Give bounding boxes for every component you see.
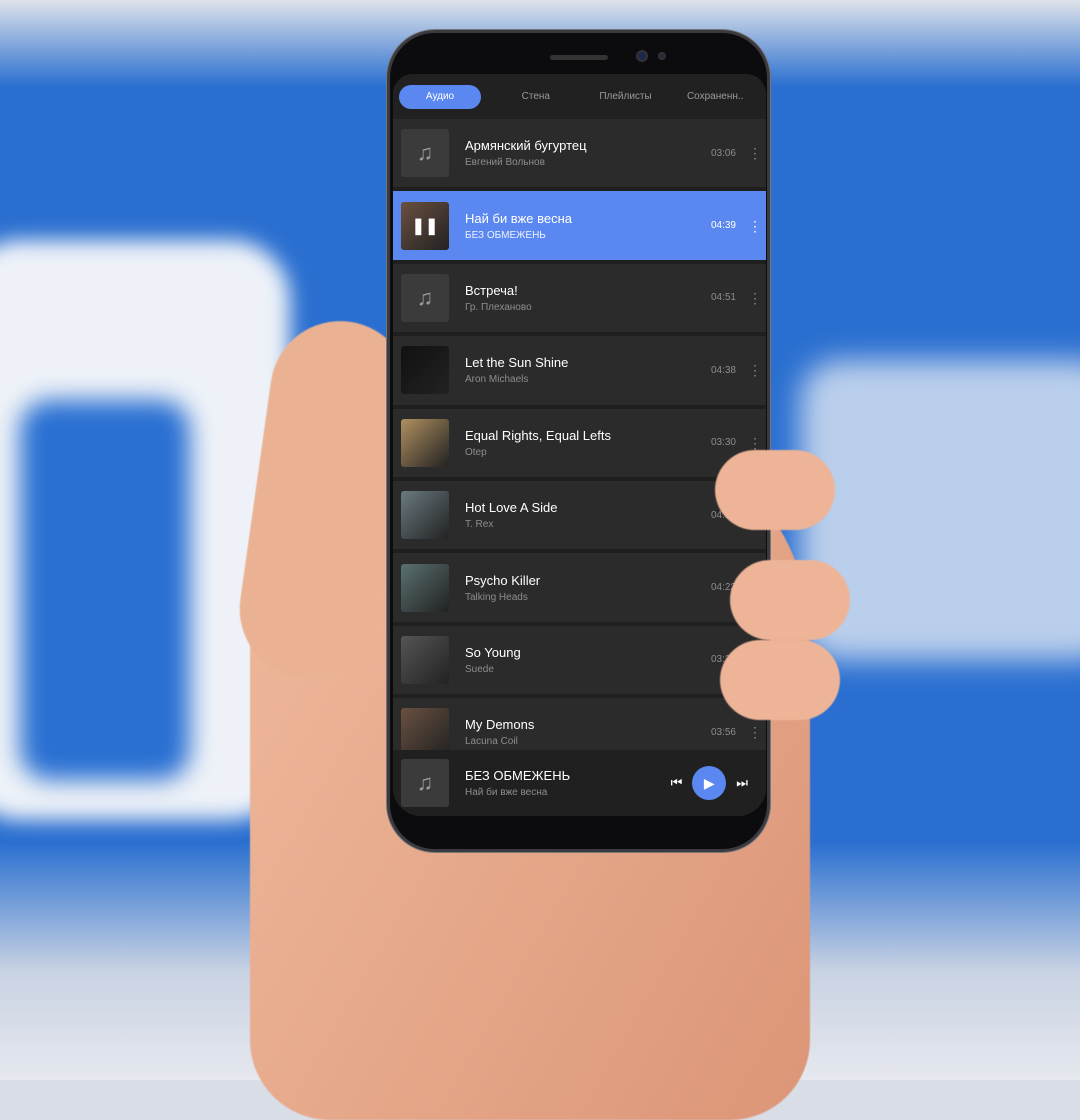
track-artist: Otep bbox=[465, 446, 487, 458]
pause-icon[interactable]: ❚❚ bbox=[412, 216, 439, 236]
player-title: Най би вже весна bbox=[465, 787, 548, 798]
more-options-icon[interactable]: ⋮ bbox=[748, 363, 762, 377]
track-title: Psycho Killer bbox=[465, 572, 541, 588]
more-options-icon[interactable]: ⋮ bbox=[748, 436, 762, 450]
finger bbox=[720, 640, 840, 720]
track-title: So Young bbox=[465, 644, 521, 660]
track-artist: T. Rex bbox=[465, 519, 494, 531]
track-row[interactable]: ❚❚ Най би вже весна БЕЗ ОБМЕЖЕНЬ 04:39 ⋮ bbox=[393, 191, 766, 264]
track-title: Най би вже весна bbox=[465, 210, 573, 226]
camera-icon bbox=[636, 50, 648, 62]
music-note-icon: ♫ bbox=[401, 129, 449, 178]
tab-playlists[interactable]: Плейлисты bbox=[581, 85, 671, 109]
track-duration: 04:39 bbox=[710, 220, 736, 232]
track-duration: 03:30 bbox=[710, 437, 736, 449]
phone: Аудио Стена Плейлисты Сохраненн.. ♫ Армя… bbox=[387, 30, 770, 852]
track-artist: Евгений Вольнов bbox=[465, 157, 545, 169]
track-title: My Demons bbox=[465, 717, 535, 733]
track-artist: Suede bbox=[465, 663, 494, 675]
sensor bbox=[658, 52, 666, 60]
speaker bbox=[550, 55, 608, 60]
music-note-icon: ♫ bbox=[401, 273, 449, 322]
track-row[interactable]: Psycho Killer Talking Heads 04:22 ⋮ bbox=[393, 553, 766, 626]
play-button[interactable]: ▶ bbox=[692, 766, 727, 800]
track-row[interactable]: Hot Love A Side T. Rex 04:55 ⋮ bbox=[393, 480, 766, 554]
album-cover bbox=[401, 418, 449, 467]
tab-audio[interactable]: Аудио bbox=[399, 84, 481, 109]
track-title: Армянский бугуртец bbox=[465, 138, 587, 154]
track-list: ♫ Армянский бугуртец Евгений Вольнов 03:… bbox=[393, 119, 766, 771]
previous-icon[interactable]: ⏮ bbox=[671, 775, 683, 791]
track-artist: БЕЗ ОБМЕЖЕНЬ bbox=[465, 229, 546, 241]
tab-saved[interactable]: Сохраненн.. bbox=[670, 85, 760, 109]
track-artist: Talking Heads bbox=[465, 591, 528, 603]
track-duration: 04:51 bbox=[710, 292, 736, 304]
more-options-icon[interactable]: ⋮ bbox=[748, 146, 762, 160]
album-cover bbox=[401, 635, 449, 684]
track-duration: 04:38 bbox=[710, 364, 736, 376]
track-title: Let the Sun Shine bbox=[465, 355, 569, 371]
track-artist: Гр. Плеханово bbox=[465, 301, 532, 313]
tab-bar: Аудио Стена Плейлисты Сохраненн.. bbox=[393, 74, 766, 119]
track-row[interactable]: Let the Sun Shine Aron Michaels 04:38 ⋮ bbox=[393, 336, 766, 409]
track-title: Hot Love A Side bbox=[465, 500, 558, 516]
more-options-icon[interactable]: ⋮ bbox=[748, 219, 762, 233]
player-artist: БЕЗ ОБМЕЖЕНЬ bbox=[465, 768, 571, 783]
finger bbox=[715, 450, 835, 530]
track-artist: Aron Michaels bbox=[465, 374, 529, 386]
more-options-icon[interactable]: ⋮ bbox=[748, 291, 762, 305]
finger bbox=[730, 560, 850, 640]
music-note-icon: ♫ bbox=[401, 759, 449, 807]
track-title: Equal Rights, Equal Lefts bbox=[465, 427, 611, 443]
track-row[interactable]: ♫ Армянский бугуртец Евгений Вольнов 03:… bbox=[393, 119, 766, 192]
album-cover bbox=[401, 563, 449, 612]
album-cover bbox=[401, 491, 449, 540]
track-duration: 03:06 bbox=[710, 147, 736, 159]
screen: Аудио Стена Плейлисты Сохраненн.. ♫ Армя… bbox=[393, 74, 766, 816]
track-row[interactable]: So Young Suede 03:37 ⋮ bbox=[393, 625, 766, 699]
more-options-icon[interactable]: ⋮ bbox=[748, 725, 762, 739]
next-icon[interactable]: ⏭ bbox=[736, 775, 748, 791]
track-row[interactable]: ♫ Встреча! Гр. Плеханово 04:51 ⋮ bbox=[393, 263, 766, 337]
album-cover bbox=[401, 346, 449, 395]
track-row[interactable]: Equal Rights, Equal Lefts Otep 03:30 ⋮ bbox=[393, 408, 766, 481]
album-cover: ❚❚ bbox=[401, 201, 449, 250]
track-artist: Lacuna Coil bbox=[465, 736, 518, 748]
tab-wall[interactable]: Стена bbox=[491, 85, 581, 109]
mini-player[interactable]: ♫ БЕЗ ОБМЕЖЕНЬ Най би вже весна ⏮ ▶ ⏭ bbox=[393, 750, 766, 816]
track-duration: 03:56 bbox=[710, 726, 736, 738]
track-title: Встреча! bbox=[465, 282, 518, 298]
